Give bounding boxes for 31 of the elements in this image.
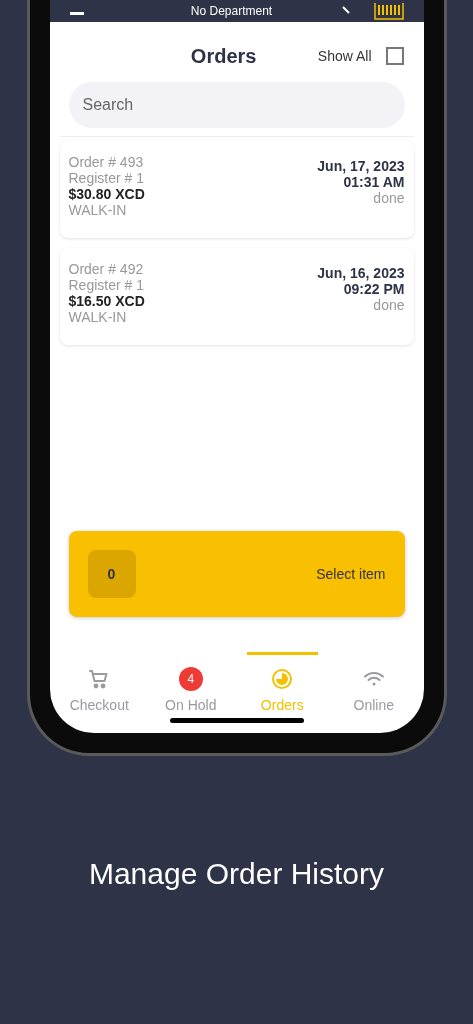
order-total: $16.50 XCD [68, 293, 145, 309]
page-title: Orders [189, 44, 258, 69]
order-card[interactable]: Order # 492 Register # 1 $16.50 XCD WALK-IN Jun, 16, 2023 09:22 PM done [59, 248, 414, 345]
caption: Manage Order History [88, 855, 385, 892]
select-item-label: Select item [316, 564, 386, 584]
search-field[interactable]: Search [68, 82, 405, 128]
barcode-icon[interactable] [373, 2, 404, 20]
order-card[interactable]: Order # 493 Register # 1 $30.80 XCD WALK-IN Jun, 17, 2023 01:31 AM done [59, 141, 414, 238]
order-status: done [373, 190, 405, 206]
header-title: No Department [190, 3, 273, 20]
order-date: Jun, 16, 2023 [317, 265, 405, 281]
customer-name: WALK-IN [68, 309, 128, 325]
order-date: Jun, 17, 2023 [317, 158, 405, 174]
order-time: 09:22 PM [343, 281, 405, 297]
item-count: 0 [87, 550, 136, 598]
show-all-label: Show All [317, 46, 372, 66]
tab[interactable]: Checkout [63, 652, 135, 718]
tab[interactable]: 4 On Hold [155, 652, 227, 718]
order-status: done [373, 297, 405, 313]
order-number: Order # 493 [68, 154, 145, 170]
customer-name: WALK-IN [68, 202, 128, 218]
order-time: 01:31 AM [343, 174, 405, 190]
clock-icon [270, 667, 295, 691]
register-number: Register # 1 [68, 277, 145, 293]
tab[interactable]: Online [338, 652, 410, 718]
show-all-checkbox[interactable] [385, 47, 404, 65]
order-number: Order # 492 [68, 261, 145, 277]
order-total: $30.80 XCD [68, 186, 145, 202]
cart-bar[interactable]: 0 Select item [68, 531, 405, 617]
count-badge: 4 [178, 667, 203, 691]
register-number: Register # 1 [68, 170, 145, 186]
